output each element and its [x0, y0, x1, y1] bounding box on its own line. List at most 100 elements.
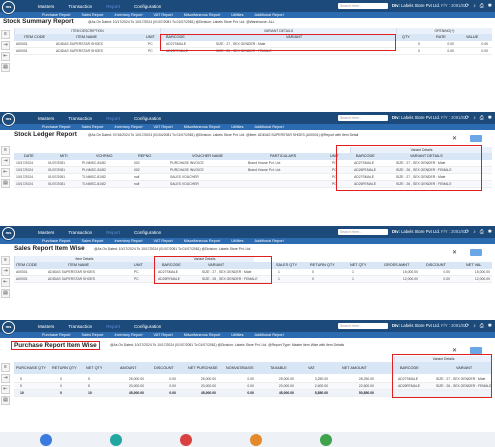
refresh-icon[interactable]: ⟳: [465, 3, 469, 9]
settings-icon[interactable]: ✱: [488, 3, 492, 9]
submenu-misc-report[interactable]: Miscellaneous Report: [184, 125, 221, 129]
submenu-vat-report[interactable]: VAT Report: [154, 239, 173, 243]
submenu-additional-report[interactable]: Additional Report: [255, 333, 284, 337]
action-button[interactable]: [470, 249, 482, 256]
search-input[interactable]: Search Here...: [338, 229, 388, 235]
submenu-sales-report[interactable]: Sales Report: [82, 13, 104, 17]
col-net-qty[interactable]: NET QTY: [84, 365, 108, 372]
menu-transaction[interactable]: Transaction: [68, 324, 92, 329]
menu-report[interactable]: Report: [106, 324, 120, 329]
col-discount[interactable]: DISCOUNT: [152, 365, 182, 372]
col-vchrno[interactable]: VCHRNO: [94, 153, 128, 160]
col-return-qty[interactable]: RETURN QTY: [50, 365, 80, 372]
col-item-code[interactable]: ITEM CODE: [14, 262, 44, 269]
menu-masters[interactable]: Masters: [38, 324, 54, 329]
app-logo[interactable]: ms: [2, 1, 15, 14]
refresh-icon[interactable]: ⟳: [465, 115, 469, 121]
col-taxable[interactable]: TAXABLE: [268, 365, 294, 372]
refresh-icon[interactable]: ⟳: [465, 229, 469, 235]
col-voucher-name[interactable]: VOUCHER NAME: [190, 153, 236, 160]
col-vat[interactable]: VAT: [306, 365, 326, 372]
action-button[interactable]: [470, 135, 482, 142]
import-icon[interactable]: ⇤: [1, 168, 10, 177]
app-icon-green[interactable]: [320, 434, 332, 446]
import-icon[interactable]: ⇤: [1, 278, 10, 287]
submenu-misc-report[interactable]: Miscellaneous Report: [184, 13, 221, 17]
col-unit[interactable]: UNIT: [132, 262, 148, 269]
print-icon[interactable]: ⎙: [480, 115, 484, 121]
col-particulars[interactable]: PARTICULARS: [268, 153, 308, 160]
close-icon[interactable]: ✕: [452, 135, 457, 142]
submenu-sales-report[interactable]: Sales Report: [82, 125, 104, 129]
submenu-vat-report[interactable]: VAT Report: [154, 125, 173, 129]
filter-icon[interactable]: ≡: [1, 30, 10, 39]
col-rate[interactable]: RATE: [434, 34, 454, 41]
search-input[interactable]: Search Here...: [338, 323, 388, 329]
export-icon[interactable]: ⇥: [1, 157, 10, 166]
submenu-purchase-report[interactable]: Purchase Report: [42, 125, 71, 129]
submenu-misc-report[interactable]: Miscellaneous Report: [184, 239, 221, 243]
document-icon[interactable]: ▤: [1, 63, 10, 72]
col-return-qty[interactable]: RETURN QTY: [308, 262, 342, 269]
submenu-additional-report[interactable]: Additional Report: [255, 239, 284, 243]
bell-icon[interactable]: ♪: [473, 3, 476, 9]
refresh-icon[interactable]: ⟳: [465, 323, 469, 329]
print-icon[interactable]: ⎙: [480, 229, 484, 235]
col-amount[interactable]: AMOUNT: [118, 365, 144, 372]
filter-icon[interactable]: ≡: [1, 363, 10, 372]
action-button[interactable]: [470, 347, 482, 354]
submenu-vat-report[interactable]: VAT Report: [154, 333, 173, 337]
app-logo[interactable]: ms: [2, 321, 15, 334]
document-icon[interactable]: ▤: [1, 179, 10, 188]
col-item-code[interactable]: ITEM CODE: [22, 34, 56, 41]
app-icon-orange[interactable]: [250, 434, 262, 446]
search-input[interactable]: Search Here...: [338, 115, 388, 121]
col-net-amount[interactable]: NET AMOUNT: [340, 365, 376, 372]
submenu-utilities[interactable]: Utilities: [231, 13, 243, 17]
menu-transaction[interactable]: Transaction: [68, 4, 92, 9]
menu-masters[interactable]: Masters: [38, 116, 54, 121]
col-net-purchase[interactable]: NET PURCHASE: [186, 365, 220, 372]
submenu-inventory-report[interactable]: Inventory Report: [114, 125, 142, 129]
submenu-vat-report[interactable]: VAT Report: [154, 13, 173, 17]
bell-icon[interactable]: ♪: [473, 115, 476, 121]
close-icon[interactable]: ✕: [452, 347, 457, 354]
search-input[interactable]: Search Here...: [338, 3, 388, 9]
col-sales-qty[interactable]: SALES QTY: [274, 262, 304, 269]
bell-icon[interactable]: ♪: [473, 323, 476, 329]
menu-report[interactable]: Report: [106, 230, 120, 235]
submenu-additional-report[interactable]: Additional Report: [255, 13, 284, 17]
col-net-val[interactable]: NET VAL: [464, 262, 492, 269]
submenu-utilities[interactable]: Utilities: [231, 333, 243, 337]
submenu-sales-report[interactable]: Sales Report: [82, 239, 104, 243]
filter-icon[interactable]: ≡: [1, 256, 10, 265]
col-item-name[interactable]: ITEM NAME: [66, 262, 106, 269]
menu-transaction[interactable]: Transaction: [68, 116, 92, 121]
settings-icon[interactable]: ✱: [488, 229, 492, 235]
print-icon[interactable]: ⎙: [480, 323, 484, 329]
menu-report[interactable]: Report: [106, 4, 120, 9]
col-refno[interactable]: REFNO: [136, 153, 160, 160]
col-net-qty[interactable]: NET QTY: [348, 262, 376, 269]
col-date[interactable]: DATE: [22, 153, 48, 160]
col-unit[interactable]: UNIT: [144, 34, 160, 41]
col-qty[interactable]: QTY: [400, 34, 420, 41]
submenu-inventory-report[interactable]: Inventory Report: [114, 239, 142, 243]
app-logo[interactable]: ms: [2, 113, 15, 126]
menu-masters[interactable]: Masters: [38, 230, 54, 235]
close-icon[interactable]: ✕: [452, 249, 457, 256]
export-icon[interactable]: ⇥: [1, 267, 10, 276]
submenu-utilities[interactable]: Utilities: [231, 125, 243, 129]
col-value[interactable]: VALUE: [464, 34, 490, 41]
submenu-purchase-report[interactable]: Purchase Report: [42, 13, 71, 17]
submenu-additional-report[interactable]: Additional Report: [255, 125, 284, 129]
bell-icon[interactable]: ♪: [473, 229, 476, 235]
document-icon[interactable]: ▤: [1, 396, 10, 405]
menu-configuration[interactable]: Configuration: [134, 4, 161, 9]
submenu-sales-report[interactable]: Sales Report: [82, 333, 104, 337]
menu-transaction[interactable]: Transaction: [68, 230, 92, 235]
submenu-purchase-report[interactable]: Purchase Report: [42, 333, 71, 337]
import-icon[interactable]: ⇤: [1, 385, 10, 394]
col-purchase-qty[interactable]: PURCHASE QTY: [14, 365, 46, 372]
import-icon[interactable]: ⇤: [1, 52, 10, 61]
